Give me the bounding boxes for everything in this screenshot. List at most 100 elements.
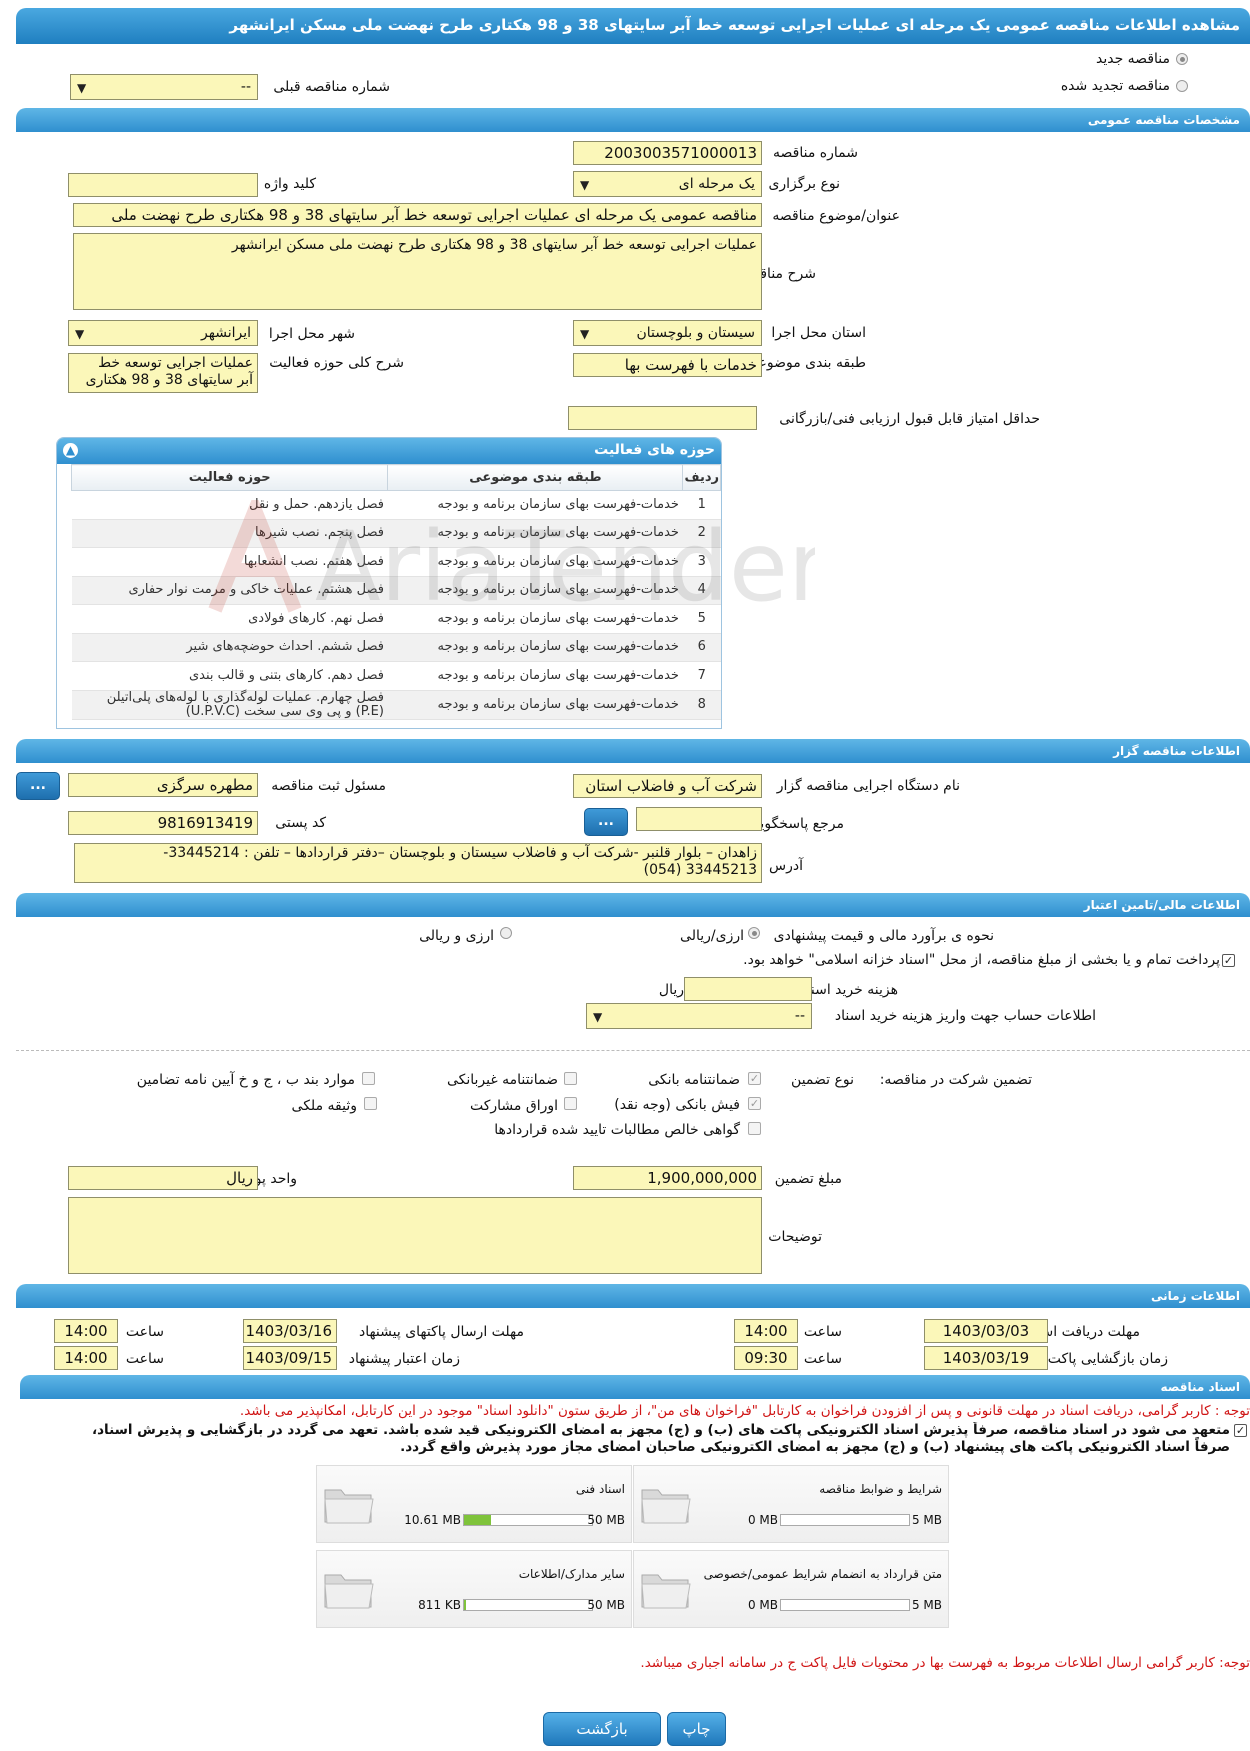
- table-row: 6 خدمات-فهرست بهای سازمان برنامه و بودجه ف…: [71, 633, 721, 662]
- open-time-label: ساعت: [803, 1351, 842, 1367]
- guarantee-type-label: نوع تضمین: [791, 1072, 854, 1088]
- nonbank-guarantee-checkbox[interactable]: [564, 1072, 577, 1085]
- number-field[interactable]: 2003003571000013: [573, 141, 762, 165]
- postal-field[interactable]: 9816913419: [68, 811, 258, 835]
- radio-currency-and-rial[interactable]: [500, 927, 512, 939]
- row-number: 8: [682, 690, 721, 720]
- city-select[interactable]: ایرانشهر ▼: [68, 320, 258, 346]
- min-score-field[interactable]: [568, 406, 757, 430]
- amount-label: مبلغ تضمین: [774, 1171, 842, 1187]
- chevron-down-icon: ▼: [580, 178, 590, 192]
- org-field[interactable]: شرکت آب و فاضلاب استان: [573, 774, 762, 798]
- clauses-checkbox[interactable]: [362, 1072, 375, 1085]
- ref-field[interactable]: [636, 807, 762, 831]
- type-select[interactable]: یک مرحله ای ▼: [573, 171, 762, 197]
- province-select[interactable]: سیستان و بلوچستان ▼: [573, 320, 762, 346]
- amount-field[interactable]: 1,900,000,000: [573, 1166, 762, 1190]
- file-box[interactable]: متن قرارداد به انضمام شرایط عمومی/خصوصی 0…: [633, 1550, 949, 1628]
- page-title: مشاهده اطلاعات مناقصه عمومی یک مرحله ای …: [16, 8, 1250, 44]
- file-progress-bar: [463, 1514, 593, 1526]
- bank-receipt-checkbox[interactable]: ✓: [748, 1097, 761, 1110]
- chevron-down-icon: ▼: [580, 327, 590, 341]
- print-button[interactable]: چاپ: [667, 1712, 726, 1746]
- doc-cost-label: هزینه خرید اسناد: [800, 982, 898, 998]
- address-field[interactable]: زاهدان – بلوار قلنبر -شرکت آب و فاضلاب س…: [74, 843, 762, 883]
- receive-time-field[interactable]: 14:00: [734, 1319, 798, 1343]
- ref-lookup-button[interactable]: ...: [584, 808, 628, 836]
- resp-field[interactable]: مطهره سرگزی: [68, 773, 258, 797]
- file-progress-fill: [464, 1515, 491, 1525]
- scope-label: شرح کلی حوزه فعالیت: [269, 355, 404, 371]
- property-label: وثیقه ملکی: [291, 1098, 357, 1114]
- row-number: 7: [682, 661, 721, 691]
- resp-lookup-button[interactable]: ...: [16, 772, 60, 800]
- section-timing: اطلاعات زمانی: [16, 1284, 1250, 1308]
- col-row: ردیف: [682, 464, 721, 491]
- bank-guarantee-checkbox[interactable]: ✓: [748, 1072, 761, 1085]
- net-claims-label: گواهی خالص مطالبات تایید شده قراردادها: [494, 1122, 740, 1138]
- radio-currency-and-rial-label: ارزی و ریالی: [419, 928, 494, 944]
- receive-date-field[interactable]: 1403/03/03: [924, 1319, 1048, 1343]
- account-label: اطلاعات حساب جهت واریز هزینه خرید اسناد: [834, 1008, 1096, 1024]
- nonbank-guarantee-label: ضمانتنامه غیربانکی: [446, 1072, 558, 1088]
- file-used: 10.61 MB: [404, 1513, 461, 1527]
- postal-label: کد پستی: [275, 815, 326, 831]
- resp-label: مسئول ثبت مناقصه: [271, 778, 386, 794]
- file-name: اسناد فنی: [575, 1482, 625, 1496]
- radio-renewed-tender[interactable]: [1176, 80, 1188, 92]
- file-progress-fill: [464, 1600, 467, 1610]
- scope-field[interactable]: عملیات اجرایی توسعه خط آبر سایتهای 38 و …: [68, 353, 258, 393]
- notes-field[interactable]: [68, 1197, 762, 1274]
- section-financial: اطلاعات مالی/تامین اعتبار: [16, 893, 1250, 917]
- file-box[interactable]: اسناد فنی 10.61 MB 50 MB: [316, 1465, 632, 1543]
- open-date-field[interactable]: 1403/03/19: [924, 1346, 1048, 1370]
- participation-label: اوراق مشارکت: [469, 1098, 558, 1114]
- file-box[interactable]: سایر مدارک/اطلاعات 811 KB 50 MB: [316, 1550, 632, 1628]
- account-select[interactable]: -- ▼: [586, 1003, 812, 1029]
- prev-number-label: شماره مناقصه قبلی: [273, 79, 390, 95]
- radio-renewed-label: مناقصه تجدید شده: [1060, 78, 1170, 94]
- participation-checkbox[interactable]: [564, 1097, 577, 1110]
- svg-text:AriaTender.neT: AriaTender.neT: [315, 511, 815, 620]
- valid-date-field[interactable]: 1403/09/15: [243, 1346, 337, 1370]
- chevron-down-icon: ▼: [75, 327, 85, 341]
- province-label: استان محل اجرا: [771, 325, 866, 341]
- valid-time-field[interactable]: 14:00: [54, 1346, 118, 1370]
- send-date-field[interactable]: 1403/03/16: [243, 1319, 337, 1343]
- open-time-field[interactable]: 09:30: [734, 1346, 798, 1370]
- section-general: مشخصات مناقصه عمومی: [16, 108, 1250, 132]
- category-field[interactable]: خدمات با فهرست بها: [573, 353, 762, 377]
- file-max: 5 MB: [911, 1513, 942, 1527]
- doc-cost-field[interactable]: [684, 977, 812, 1001]
- desc-field[interactable]: عملیات اجرایی توسعه خط آبر سایتهای 38 و …: [73, 233, 762, 310]
- folder-icon: [324, 1489, 374, 1524]
- radio-new-label: مناقصه جدید: [1095, 51, 1170, 67]
- prev-number-select[interactable]: -- ▼: [70, 74, 258, 100]
- treasury-checkbox[interactable]: ✓: [1222, 954, 1235, 967]
- file-used: 0 MB: [747, 1513, 778, 1527]
- radio-currency-rial[interactable]: [748, 927, 760, 939]
- subject-field[interactable]: مناقصه عمومی یک مرحله ای عملیات اجرایی ت…: [73, 203, 762, 227]
- row-field: فصل چهارم. عملیات لوله‌گذاری با لوله‌های…: [71, 689, 388, 720]
- send-time-label: ساعت: [125, 1324, 164, 1340]
- send-time-field[interactable]: 14:00: [54, 1319, 118, 1343]
- divider: [16, 1050, 1250, 1051]
- valid-time-label: ساعت: [125, 1351, 164, 1367]
- row-field-text-2: (P.E) و پی وی سی سخت (U.P.V.C): [185, 703, 384, 719]
- min-score-label: حداقل امتیاز قابل قبول ارزیابی فنی/بازرگ…: [779, 411, 1040, 427]
- col-field: حوزه فعالیت: [70, 464, 389, 491]
- property-checkbox[interactable]: [364, 1097, 377, 1110]
- net-claims-checkbox[interactable]: [748, 1122, 761, 1135]
- guarantee-title: تضمین شرکت در مناقصه:: [879, 1072, 1032, 1088]
- currency-field[interactable]: ریال: [68, 1166, 258, 1190]
- back-button[interactable]: بازگشت: [543, 1712, 661, 1746]
- commit-checkbox[interactable]: ✓: [1234, 1424, 1247, 1437]
- collapse-icon[interactable]: ▲: [63, 443, 78, 458]
- bank-receipt-label: فیش بانکی (وجه نقد): [614, 1097, 740, 1113]
- chevron-down-icon: ▼: [77, 81, 87, 95]
- file-box[interactable]: شرایط و ضوابط مناقصه 0 MB 5 MB: [633, 1465, 949, 1543]
- row-field-text: فصل چهارم. عملیات لوله‌گذاری با لوله‌های…: [106, 689, 384, 705]
- radio-new-tender[interactable]: [1176, 53, 1188, 65]
- keyword-field[interactable]: [68, 173, 258, 197]
- table-row: 8 خدمات-فهرست بهای سازمان برنامه و بودجه ف…: [71, 689, 721, 720]
